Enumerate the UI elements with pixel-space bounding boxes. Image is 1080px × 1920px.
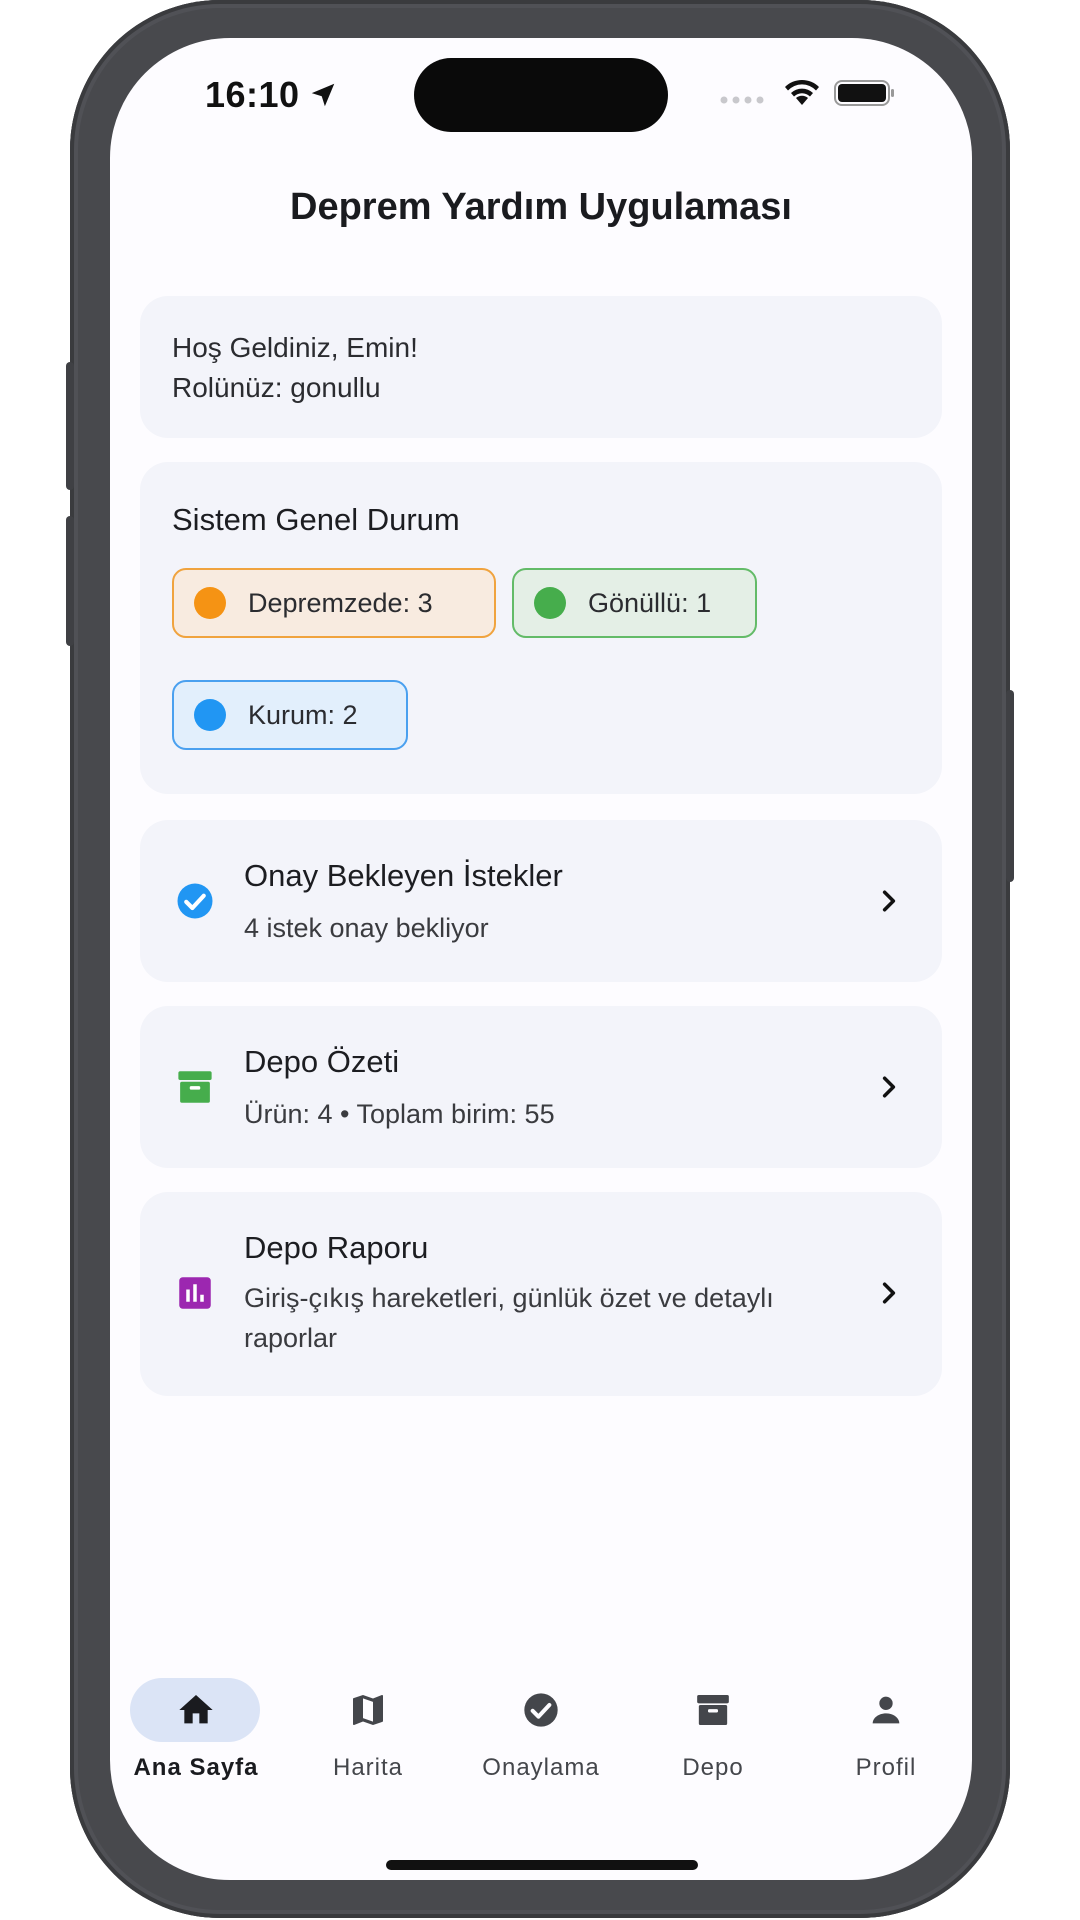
wifi-icon (785, 79, 819, 105)
location-arrow-icon (311, 83, 335, 107)
depot-summary-card[interactable]: Depo Özeti Ürün: 4 • Toplam birim: 55 (140, 1006, 942, 1168)
welcome-greeting: Hoş Geldiniz, Emin! (172, 332, 418, 363)
system-status-title: Sistem Genel Durum (172, 502, 460, 537)
nav-item-home[interactable]: Ana Sayfa (110, 1678, 282, 1798)
system-status-card: Sistem Genel Durum Depremzede: 3 Gönüllü… (140, 462, 942, 794)
status-time: 16:10 (205, 74, 300, 115)
home-icon (179, 1695, 213, 1724)
nav-label: Onaylama (482, 1754, 600, 1781)
nav-label: Ana Sayfa (133, 1754, 259, 1781)
chip-gonullu: Gönüllü: 1 (512, 568, 757, 638)
silent-switch (66, 362, 74, 490)
dynamic-island (414, 58, 668, 132)
orange-dot-icon (194, 587, 226, 619)
nav-item-profile[interactable]: Profil (800, 1678, 972, 1798)
nav-item-approval[interactable]: Onaylama (455, 1678, 627, 1798)
volume-button (66, 516, 74, 646)
check-circle-icon (524, 1693, 558, 1727)
chip-label: Depremzede: 3 (248, 587, 433, 618)
welcome-card: Hoş Geldiniz, Emin! Rolünüz: gonullu (140, 296, 942, 438)
chevron-right-icon (882, 1282, 896, 1304)
nav-label: Depo (682, 1754, 744, 1781)
chevron-right-icon (882, 890, 896, 912)
card-subtitle: 4 istek onay bekliyor (244, 913, 489, 943)
chevron-right-icon (882, 1076, 896, 1098)
depot-report-card[interactable]: Depo Raporu Giriş-çıkış hareketleri, gün… (140, 1192, 942, 1396)
archive-icon (697, 1695, 729, 1725)
nav-item-depot[interactable]: Depo (627, 1678, 799, 1798)
archive-icon (178, 1071, 212, 1103)
nav-label: Profil (855, 1754, 917, 1781)
signal-dots-icon (720, 96, 764, 104)
card-title: Depo Raporu (244, 1230, 429, 1265)
map-icon (353, 1695, 383, 1725)
card-subtitle: Giriş-çıkış hareketleri, günlük özet ve … (244, 1283, 774, 1353)
app-screen: 16:10 Deprem Yardım Uygulaması Hoş Geldi… (110, 38, 972, 1880)
chip-label: Kurum: 2 (248, 699, 358, 730)
bottom-navigation: Ana Sayfa Harita Onaylama Depo Profil (110, 1678, 972, 1798)
bar-chart-icon (179, 1277, 211, 1309)
nav-label: Harita (332, 1754, 404, 1781)
card-title: Onay Bekleyen İstekler (244, 858, 563, 893)
pending-requests-card[interactable]: Onay Bekleyen İstekler 4 istek onay bekl… (140, 820, 942, 982)
card-subtitle: Ürün: 4 • Toplam birim: 55 (244, 1099, 555, 1129)
home-indicator[interactable] (386, 1860, 698, 1870)
page-title: Deprem Yardım Uygulaması (290, 186, 792, 228)
chip-label: Gönüllü: 1 (588, 587, 712, 618)
card-title: Depo Özeti (244, 1044, 400, 1079)
green-dot-icon (534, 587, 566, 619)
chip-kurum: Kurum: 2 (172, 680, 408, 750)
nav-item-map[interactable]: Harita (282, 1678, 454, 1798)
check-circle-icon (177, 883, 213, 919)
battery-icon (834, 80, 894, 106)
blue-dot-icon (194, 699, 226, 731)
person-icon (872, 1696, 900, 1724)
chip-depremzede: Depremzede: 3 (172, 568, 496, 638)
user-role: Rolünüz: gonullu (172, 372, 381, 403)
power-button (1006, 690, 1014, 882)
